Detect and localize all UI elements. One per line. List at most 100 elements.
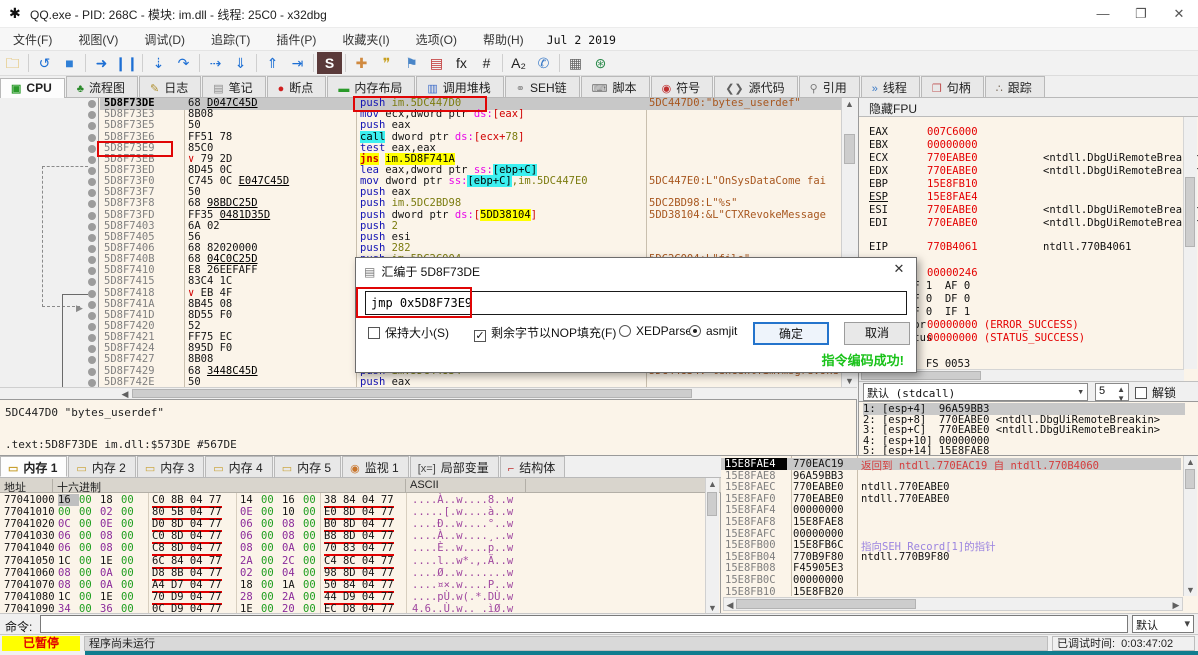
cancel-button[interactable]: 取消 [844,322,910,345]
stack-row[interactable]: 15E8FB10 15E8FB20 [721,586,1181,598]
disasm-row[interactable]: 5D8F742E 50 push eax [0,376,856,387]
breakpoint-dot[interactable] [88,133,96,142]
breakpoint-dot[interactable] [88,155,96,164]
stack-panel[interactable]: 15E8FAE4 770EAC19 返回到 ntdll.770EAC19 自 ntd… [721,455,1198,613]
register-row[interactable]: EDI 770EABE0 <ntdll.DbgUiRemoteBreakin> [869,217,1198,229]
menu-item[interactable]: 帮助(H) [470,28,537,51]
dump-tab-结构体[interactable]: ⌐ 结构体 [499,456,566,477]
run-to-icon[interactable]: ⇢ [203,52,228,74]
stack-row[interactable]: 15E8FAEC 770EABE0 ntdll.770EABE0 [721,481,1181,493]
strings-icon[interactable]: S [317,52,342,74]
step-into-icon[interactable]: ⇣ [146,52,171,74]
hash-icon[interactable]: # [474,52,499,74]
dump-tab-内存 2[interactable]: ▭ 内存 2 [68,456,136,477]
tab-笔记[interactable]: ▤ 笔记 [202,76,266,97]
dump-vscrollbar[interactable]: ▲ ▼ [705,478,719,614]
globe-icon[interactable]: ⊛ [588,52,613,74]
dump-tab-内存 4[interactable]: ▭ 内存 4 [205,456,273,477]
menu-item[interactable]: 调试(D) [131,28,198,51]
breakpoint-dot[interactable] [88,367,96,376]
stop-icon[interactable]: ■ [57,52,82,74]
breakpoint-dot[interactable] [88,267,96,276]
dump-tab-内存 3[interactable]: ▭ 内存 3 [136,456,205,477]
tab-源代码[interactable]: ❮❯ 源代码 [714,76,798,97]
dump-row[interactable]: 77041030 06 00 08 00 C0 8D 04 77 06 00 08 00 B8 8D… [0,530,700,545]
stack-vscrollbar[interactable]: ▲ ▼ [1183,456,1197,596]
breakpoint-dot[interactable] [88,189,96,198]
stack-hscrollbar[interactable]: ◀ ▶ [723,597,1183,611]
arguments-view[interactable]: 1: [esp+4] 96A59BB3 2: [esp+8] 770EABE0 <… [859,401,1198,457]
dump-row[interactable]: 77041060 08 00 0A 00 D8 8B 04 77 02 00 04 00 98 8D… [0,567,700,581]
breakpoint-dot[interactable] [88,200,96,209]
asmjit-radio[interactable]: asmjit [689,324,737,338]
breakpoint-list-icon[interactable]: ▤ [424,52,449,74]
run-icon[interactable]: ➜ [89,52,114,74]
tab-日志[interactable]: ✎ 日志 [138,76,202,97]
az-icon[interactable]: A₂ [506,52,531,74]
tab-内存布局[interactable]: ▬ 内存布局 [327,76,416,97]
menu-item[interactable]: 文件(F) [0,28,65,51]
assemble-instruction-input[interactable] [365,291,907,315]
dump-tab-局部变量[interactable]: [x=] 局部变量 [409,456,499,477]
breakpoint-dot[interactable] [88,323,96,331]
breakpoint-dot[interactable] [88,278,96,287]
stack-row[interactable]: 15E8FB0C 00000000 [721,574,1181,586]
execute-till-return-icon[interactable]: ⇓ [228,52,253,74]
breakpoint-dot[interactable] [88,256,96,265]
command-mode-select[interactable]: 默认 ▾ [1132,615,1194,633]
breakpoint-dot[interactable] [88,289,96,298]
close-button[interactable]: ✕ [1162,4,1196,24]
breakpoint-dot[interactable] [88,334,96,343]
patch-icon[interactable]: ✚ [349,52,374,74]
fx-icon[interactable]: fx [449,52,474,74]
tab-调用堆栈[interactable]: ▥ 调用堆栈 [416,76,504,97]
dump-row[interactable]: 77041020 0C 00 0E 00 D0 8D 04 77 06 00 08 00 B0 8D… [0,518,700,533]
maximize-button[interactable]: ❐ [1124,4,1158,24]
breakpoint-dot[interactable] [88,378,96,387]
breakpoint-dot[interactable] [88,245,96,253]
label-icon[interactable]: ⚑ [399,52,424,74]
hide-fpu-button[interactable]: 隐藏FPU [859,98,1198,117]
tab-线程[interactable]: » 线程 [860,76,920,97]
xedparse-radio[interactable]: XEDParse [619,324,692,338]
stack-row[interactable]: 15E8FAE4 770EAC19 返回到 ntdll.770EAC19 自 ntd… [721,458,1181,472]
minimize-button[interactable]: — [1086,4,1120,24]
dump-row[interactable]: 77041010 00 00 02 00 80 5B 04 77 0E 00 10 00 E0 8D… [0,506,700,521]
registers-vscrollbar[interactable] [1183,117,1197,369]
breakpoint-dot[interactable] [88,300,96,309]
stack-row[interactable]: 15E8FAE8 96A59BB3 [721,470,1181,482]
tab-SEH链[interactable]: ⚭ SEH链 [504,76,580,97]
keep-size-checkbox[interactable]: 保持大小(S) [368,324,449,341]
stack-row[interactable]: 15E8FB00 15E8FB6C 指向SEH_Record[1]的指针 [721,539,1181,553]
breakpoint-dot[interactable] [88,144,96,153]
dump-row[interactable]: 77041000 16 00 18 00 C0 8B 04 77 14 00 16 00 38 84… [0,494,700,508]
dialog-close-icon[interactable]: ✕ [888,261,910,279]
dump-row[interactable]: 77041050 1C 00 1E 00 6C 84 04 77 2A 00 2C 00 C4 8C… [0,555,700,569]
memory-dump-panel[interactable]: ▭ 内存 1 ▭ 内存 2 ▭ 内存 3 ▭ 内存 4 ▭ 内存 5 ◉ 监视 1 [x=] 局部变量 ⌐ 结… [0,455,721,617]
register-row[interactable]: EBX 00000000 [869,139,1043,151]
breakpoint-dot[interactable] [88,122,96,131]
breakpoint-dot[interactable] [88,356,96,365]
breakpoint-dot[interactable] [88,345,96,354]
step-over-icon[interactable]: ↷ [171,52,196,74]
open-file-icon[interactable]: 🗀 [0,52,25,74]
pause-icon[interactable]: ❙❙ [114,52,139,74]
breakpoint-dot[interactable] [88,111,96,120]
dump-row[interactable]: 77041080 1C 00 1E 00 70 D9 04 77 28 00 2A 00 44 D9… [0,591,700,605]
register-row[interactable]: ECX 770EABE0 <ntdll.DbgUiRemoteBreakin> [869,152,1198,164]
unlock-checkbox[interactable]: 解锁 [1135,384,1176,401]
menu-item[interactable]: 收藏夹(I) [329,28,402,51]
tab-脚本[interactable]: ⌨ 脚本 [580,76,650,97]
breakpoint-dot[interactable] [88,100,96,108]
arg-count-spinner[interactable]: 5 ▲ ▼ [1095,383,1129,403]
stack-row[interactable]: 15E8FAF8 15E8FAE8 [721,516,1181,528]
restart-icon[interactable]: ↺ [32,52,57,74]
phone-icon[interactable]: ✆ [531,52,556,74]
dump-tab-内存 5[interactable]: ▭ 内存 5 [273,456,342,477]
tab-符号[interactable]: ◉ 符号 [650,76,714,97]
breakpoint-dot[interactable] [88,166,96,175]
dump-row[interactable]: 77041070 08 00 0A 00 A4 D7 04 77 18 00 1A 00 50 84… [0,579,700,593]
dump-row[interactable]: 77041040 06 00 08 00 C8 8D 04 77 08 00 0A 00 70 83… [0,542,700,557]
register-row[interactable]: EAX 007C6000 [869,126,1043,138]
menu-item[interactable]: 追踪(T) [198,28,263,51]
